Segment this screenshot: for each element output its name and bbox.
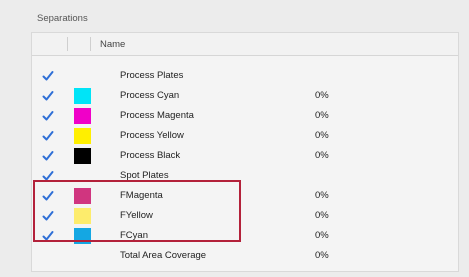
color-swatch (74, 88, 91, 104)
table-row[interactable]: Process Plates (32, 66, 458, 86)
table-row[interactable]: Process Cyan 0% (32, 86, 458, 106)
checkbox-checked-icon[interactable] (42, 130, 54, 142)
separations-title: Separations (37, 13, 88, 24)
spot-colors-highlight-box (33, 180, 241, 242)
table-row[interactable]: Process Black 0% (32, 146, 458, 166)
row-coverage: 0% (315, 150, 329, 161)
checkbox-checked-icon[interactable] (42, 70, 54, 82)
table-header: Name (32, 33, 458, 56)
checkbox-checked-icon[interactable] (42, 90, 54, 102)
row-label: Process Magenta (120, 110, 194, 121)
color-swatch (74, 128, 91, 144)
row-label: Total Area Coverage (120, 250, 207, 261)
color-swatch (74, 108, 91, 124)
checkbox-checked-icon[interactable] (42, 110, 54, 122)
row-coverage: 0% (315, 210, 329, 221)
column-header-name[interactable]: Name (100, 39, 125, 50)
table-row[interactable]: Process Magenta 0% (32, 106, 458, 126)
row-coverage: 0% (315, 190, 329, 201)
checkbox-checked-icon[interactable] (42, 150, 54, 162)
row-label: Process Plates (120, 70, 184, 81)
row-coverage: 0% (315, 230, 329, 241)
header-divider (90, 37, 91, 51)
row-coverage: 0% (315, 130, 329, 141)
row-coverage: 0% (315, 110, 329, 121)
header-divider (67, 37, 68, 51)
row-label: Process Yellow (120, 130, 184, 141)
color-swatch (74, 148, 91, 164)
table-row[interactable]: Total Area Coverage 0% (32, 246, 458, 266)
row-coverage: 0% (315, 90, 329, 101)
row-label: Process Black (120, 150, 181, 161)
row-label: Process Cyan (120, 90, 180, 101)
row-coverage: 0% (315, 250, 329, 261)
table-row[interactable]: Process Yellow 0% (32, 126, 458, 146)
